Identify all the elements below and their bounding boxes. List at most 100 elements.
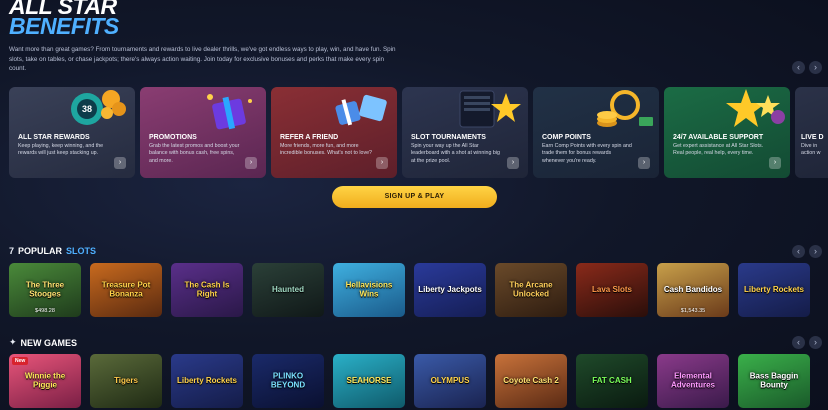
new-games-title: NEW GAMES: [20, 337, 78, 348]
new-games-carousel-nav: ‹ ›: [792, 336, 822, 349]
popular-title-part1: POPULAR: [18, 246, 63, 256]
benefit-card-tournaments[interactable]: Slot Tournaments Spin your way up the Al…: [402, 87, 528, 178]
game-title: Elemental Adventures: [670, 371, 715, 389]
game-title: FAT CASH: [592, 375, 632, 385]
benefits-prev-button[interactable]: ‹: [792, 61, 805, 74]
game-tile[interactable]: New Winnie the Piggie: [9, 354, 81, 408]
game-tile[interactable]: Hellavisions Wins: [333, 263, 405, 317]
benefits-carousel: 38 All Star Rewards Keep playing, keep w…: [9, 87, 828, 178]
game-tile[interactable]: OLYMPUS: [414, 354, 486, 408]
benefit-card-comp-points[interactable]: Comp Points Earn Comp Points with every …: [533, 87, 659, 178]
new-games-row: New Winnie the Piggie Tigers Liberty Roc…: [9, 354, 810, 408]
game-title: Liberty Rockets: [743, 284, 805, 294]
benefit-desc: Get expert assistance at All Star Slots.…: [673, 143, 764, 157]
benefits-next-button[interactable]: ›: [809, 61, 822, 74]
sparkle-icon: ✦: [9, 337, 17, 347]
game-tile[interactable]: Liberty Rockets: [171, 354, 243, 408]
benefit-arrow-button[interactable]: ›: [245, 157, 257, 169]
benefit-card-rewards[interactable]: 38 All Star Rewards Keep playing, keep w…: [9, 87, 135, 178]
benefit-card-refer[interactable]: Refer a Friend More friends, more fun, a…: [271, 87, 397, 178]
popular-next-button[interactable]: ›: [809, 245, 822, 258]
page-title: ALL STAR BENEFITS: [9, 0, 119, 39]
sign-up-play-button[interactable]: SIGN UP & PLAY: [332, 186, 497, 208]
game-tile[interactable]: PLINKO BEYOND: [252, 354, 324, 408]
benefit-arrow-button[interactable]: ›: [376, 157, 388, 169]
benefit-title: 24/7 Available Support: [673, 134, 764, 141]
game-title: Coyote Cash 2: [503, 375, 559, 385]
game-title: Hellavisions Wins: [345, 280, 393, 298]
popular-title-part2: SLOTS: [66, 246, 97, 256]
benefit-desc: Earn Comp Points with every spin and tra…: [542, 143, 632, 164]
game-title: SEAHORSE: [346, 375, 392, 385]
game-title: OLYMPUS: [430, 375, 470, 385]
game-title: Treasure Pot Bonanza: [101, 280, 151, 298]
benefit-desc: Spin your way up the All Star leaderboar…: [411, 143, 500, 164]
game-tile[interactable]: The Cash Is Right: [171, 263, 243, 317]
stars-icon: [726, 89, 785, 127]
star-icon: [459, 90, 521, 128]
page-title-line2: BENEFITS: [9, 13, 119, 39]
benefit-desc: More friends, more fun, and more incredi…: [280, 143, 372, 157]
game-tile[interactable]: Haunted: [252, 263, 324, 317]
game-tile[interactable]: Lava Slots: [576, 263, 648, 317]
intro-text: Want more than great games? From tournam…: [9, 46, 396, 72]
game-tile[interactable]: FAT CASH: [576, 354, 648, 408]
game-title: Bass Baggin Bounty: [749, 371, 799, 389]
game-title: Liberty Jackpots: [418, 284, 482, 294]
benefit-arrow-button[interactable]: ›: [638, 157, 650, 169]
game-title: Cash Bandidos: [663, 284, 723, 294]
benefit-desc: Dive in action w: [801, 143, 821, 157]
new-games-heading: ✦ NEW GAMES: [9, 337, 77, 348]
benefits-carousel-nav: ‹ ›: [792, 61, 822, 74]
benefit-card-support[interactable]: 24/7 Available Support Get expert assist…: [664, 87, 790, 178]
new-games-next-button[interactable]: ›: [809, 336, 822, 349]
benefit-title: Comp Points: [542, 134, 591, 141]
jackpot-amount: $1,543.35: [680, 308, 706, 314]
game-title: Lava Slots: [591, 284, 632, 294]
game-title: PLINKO BEYOND: [270, 371, 306, 389]
benefit-title: Slot Tournaments: [411, 134, 486, 141]
game-title: Liberty Rockets: [176, 375, 238, 385]
game-tile[interactable]: Treasure Pot Bonanza: [90, 263, 162, 317]
game-tile[interactable]: SEAHORSE: [333, 354, 405, 408]
game-tile[interactable]: The Arcane Unlocked: [495, 263, 567, 317]
game-tile[interactable]: Cash Bandidos $1,543.35: [657, 263, 729, 317]
svg-text:38: 38: [82, 104, 92, 114]
game-title: The Three Stooges: [25, 280, 65, 298]
popular-slots-heading: 7 POPULAR SLOTS: [9, 246, 96, 256]
benefit-title: Promotions: [149, 134, 197, 141]
benefit-arrow-button[interactable]: ›: [114, 157, 126, 169]
game-title: Tigers: [114, 375, 138, 385]
game-tile[interactable]: Coyote Cash 2: [495, 354, 567, 408]
benefit-arrow-button[interactable]: ›: [507, 157, 519, 169]
game-title: Winnie the Piggie: [24, 371, 66, 389]
benefit-arrow-button[interactable]: ›: [769, 157, 781, 169]
benefit-desc: Grab the latest promos and boost your ba…: [149, 143, 240, 164]
benefit-card-promotions[interactable]: Promotions Grab the latest promos and bo…: [140, 87, 266, 178]
benefit-title: Live D: [801, 134, 824, 141]
popular-carousel-nav: ‹ ›: [792, 245, 822, 258]
game-tile[interactable]: Liberty Jackpots: [414, 263, 486, 317]
benefit-desc: Keep playing, keep winning, and the rewa…: [18, 143, 104, 157]
popular-slots-row: The Three Stooges $498.28 Treasure Pot B…: [9, 263, 810, 317]
new-games-prev-button[interactable]: ‹: [792, 336, 805, 349]
game-tile[interactable]: Bass Baggin Bounty: [738, 354, 810, 408]
popular-prev-button[interactable]: ‹: [792, 245, 805, 258]
chip-icon: 38: [71, 90, 126, 125]
game-tile[interactable]: Liberty Rockets: [738, 263, 810, 317]
gifts-icon: [335, 94, 387, 126]
game-title: The Arcane Unlocked: [509, 280, 553, 298]
benefit-title: Refer a Friend: [280, 134, 339, 141]
benefit-title: All Star Rewards: [18, 134, 90, 141]
gift-icon: [207, 94, 252, 130]
seven-icon: 7: [9, 246, 15, 256]
game-title: The Cash Is Right: [184, 280, 230, 298]
benefit-card-live-dealer[interactable]: Live D Dive in action w: [795, 87, 828, 178]
new-badge: New: [12, 357, 29, 365]
game-tile[interactable]: Tigers: [90, 354, 162, 408]
game-tile[interactable]: Elemental Adventures: [657, 354, 729, 408]
game-tile[interactable]: The Three Stooges $498.28: [9, 263, 81, 317]
game-title: Haunted: [272, 284, 304, 294]
coins-icon: [597, 90, 653, 127]
jackpot-amount: $498.28: [35, 308, 55, 314]
